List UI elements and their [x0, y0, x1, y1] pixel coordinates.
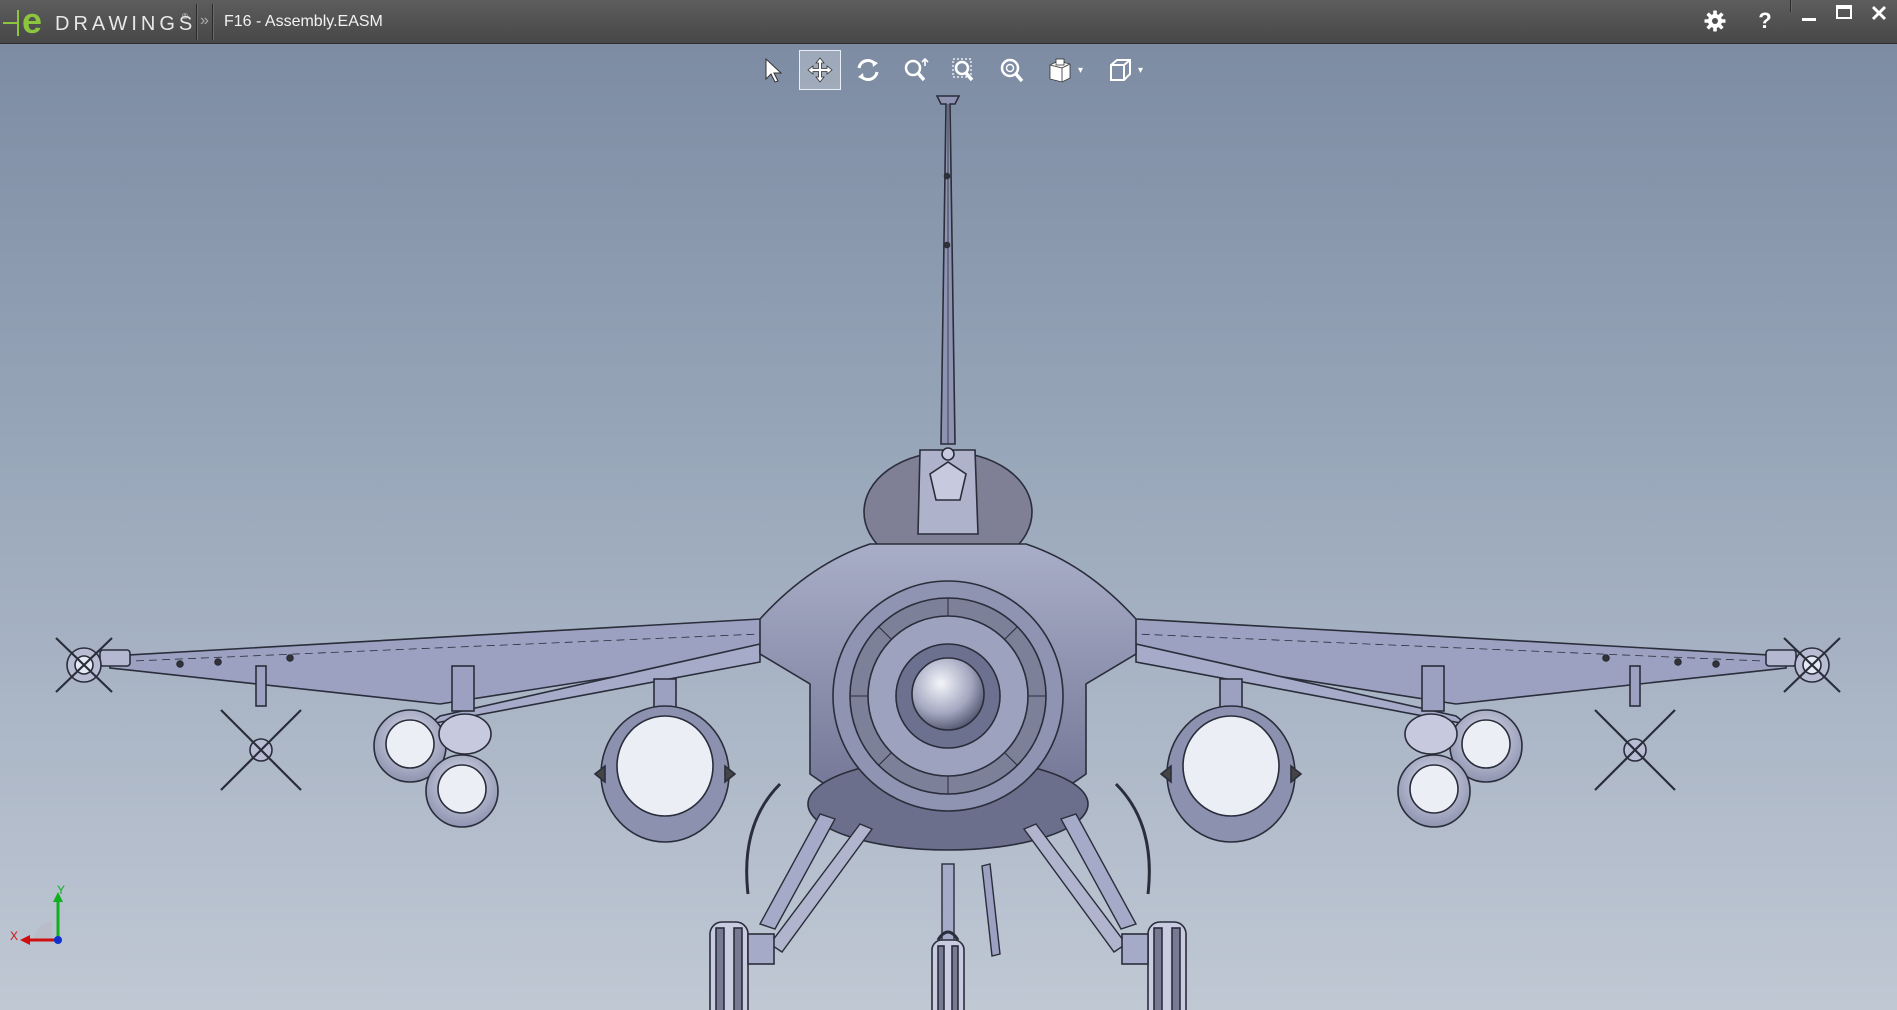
engine-intake	[832, 580, 1064, 812]
left-main-wheel	[709, 921, 775, 1010]
f16-model-front-view[interactable]	[0, 44, 1897, 1010]
logo-line-vertical	[17, 10, 19, 36]
triad-y-label: Y	[57, 884, 65, 897]
right-main-wheel	[1121, 921, 1187, 1010]
close-button[interactable]	[1862, 0, 1896, 30]
minimize-icon	[1802, 18, 1816, 21]
help-button[interactable]: ?	[1750, 6, 1780, 36]
triad-x-label: X	[10, 929, 18, 943]
logo-text: DRAWINGS	[55, 13, 197, 35]
logo-e: e	[22, 0, 43, 41]
gear-icon	[1704, 10, 1726, 32]
right-fuel-tank	[1159, 678, 1303, 843]
left-fuel-tank	[593, 678, 737, 843]
logo-registered-mark: ®	[182, 12, 188, 21]
vertical-tail	[935, 95, 961, 445]
document-title: F16 - Assembly.EASM	[224, 13, 383, 30]
edrawings-logo: e DRAWINGS ®	[0, 0, 197, 44]
breadcrumb-chevron: »	[200, 12, 209, 29]
graphics-viewport[interactable]: ▾ ▾ Y X	[0, 44, 1897, 1010]
title-separator	[212, 4, 214, 40]
maximize-button[interactable]	[1827, 0, 1861, 30]
minimize-button[interactable]	[1792, 0, 1826, 30]
title-bar: e DRAWINGS ® » F16 - Assembly.EASM ?	[0, 0, 1897, 44]
settings-button[interactable]	[1700, 6, 1730, 36]
coordinate-triad: Y X	[10, 884, 65, 945]
help-icon: ?	[1758, 8, 1772, 33]
nose-wheel	[931, 930, 965, 1010]
title-separator	[196, 4, 198, 40]
close-icon	[1871, 5, 1887, 21]
maximize-icon	[1836, 5, 1852, 19]
